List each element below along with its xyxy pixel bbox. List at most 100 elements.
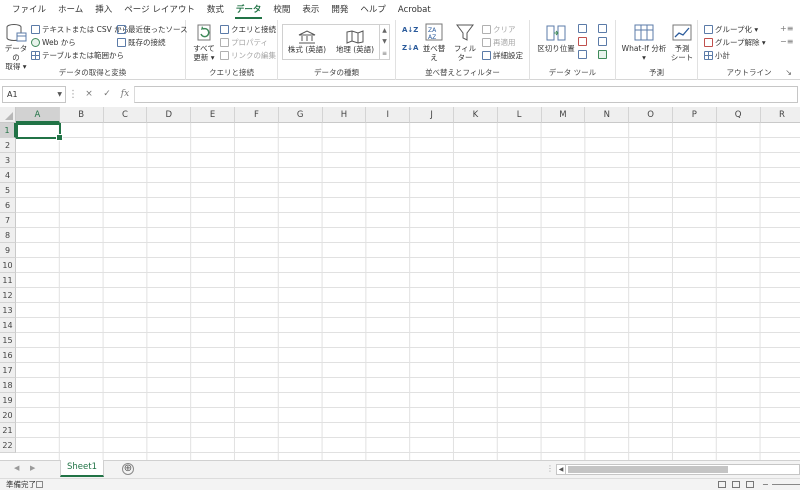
- column-header[interactable]: I: [366, 107, 411, 123]
- row-header[interactable]: 8: [0, 228, 16, 243]
- menu-tab[interactable]: ホーム: [52, 0, 89, 20]
- row-header[interactable]: 9: [0, 243, 16, 258]
- menu-tab[interactable]: データ: [230, 0, 268, 20]
- name-box[interactable]: A1 ▼: [2, 85, 66, 103]
- tab-splitter-icon[interactable]: ⋮: [546, 464, 554, 473]
- column-header[interactable]: C: [103, 107, 148, 123]
- row-header[interactable]: 15: [0, 333, 16, 348]
- column-header[interactable]: J: [410, 107, 454, 123]
- refresh-all-button[interactable]: すべて 更新 ▾: [192, 23, 216, 62]
- stocks-button[interactable]: 株式 (英語): [283, 25, 331, 59]
- row-header[interactable]: 3: [0, 153, 16, 168]
- column-header[interactable]: L: [497, 107, 542, 123]
- dialog-launcher-icon[interactable]: ↘: [785, 68, 792, 77]
- geography-button[interactable]: 地理 (英語): [331, 25, 379, 59]
- show-detail-icon[interactable]: +≡: [780, 24, 793, 33]
- prev-sheet-icon[interactable]: ◀: [14, 464, 19, 472]
- insert-function-icon[interactable]: fx: [116, 89, 134, 99]
- column-header[interactable]: P: [672, 107, 717, 123]
- sheet-tab[interactable]: Sheet1: [60, 460, 104, 477]
- group-button[interactable]: グループ化 ▾: [704, 24, 758, 35]
- macro-record-icon[interactable]: [36, 481, 43, 488]
- edit-links-button[interactable]: リンクの編集: [220, 50, 276, 61]
- add-sheet-icon[interactable]: ⊕: [122, 463, 134, 475]
- existing-connections-button[interactable]: 既存の接続: [117, 37, 166, 48]
- column-header[interactable]: E: [191, 107, 235, 123]
- forecast-sheet-button[interactable]: 予測 シート: [670, 23, 694, 62]
- filter-button[interactable]: フィルター: [452, 23, 478, 62]
- row-header[interactable]: 11: [0, 273, 16, 288]
- menu-tab[interactable]: 数式: [201, 0, 230, 20]
- column-header[interactable]: F: [234, 107, 279, 123]
- enter-icon[interactable]: ✓: [98, 89, 116, 99]
- flash-fill-icon[interactable]: [578, 24, 587, 33]
- properties-button[interactable]: プロパティ: [220, 37, 268, 48]
- menu-tab[interactable]: 開発: [325, 0, 354, 20]
- row-header[interactable]: 16: [0, 348, 16, 363]
- column-header[interactable]: H: [322, 107, 367, 123]
- menu-tab[interactable]: ヘルプ: [354, 0, 392, 20]
- scroll-left-icon[interactable]: ◀: [557, 464, 566, 475]
- chevron-down-icon[interactable]: ▼: [57, 87, 62, 102]
- column-header[interactable]: M: [541, 107, 586, 123]
- sort-asc-button[interactable]: A↓Z: [402, 26, 418, 34]
- row-header[interactable]: 20: [0, 408, 16, 423]
- text-to-columns-button[interactable]: 区切り位置: [536, 23, 576, 53]
- sort-button[interactable]: ZA AZ 並べ替え: [422, 23, 446, 62]
- column-header[interactable]: A: [16, 107, 60, 123]
- column-header[interactable]: O: [629, 107, 673, 123]
- relationships-icon[interactable]: [598, 37, 607, 46]
- column-header[interactable]: N: [585, 107, 630, 123]
- row-header[interactable]: 17: [0, 363, 16, 378]
- column-header[interactable]: K: [453, 107, 498, 123]
- menu-tab[interactable]: 表示: [296, 0, 325, 20]
- row-header[interactable]: 4: [0, 168, 16, 183]
- column-header[interactable]: G: [278, 107, 323, 123]
- cancel-icon[interactable]: ×: [80, 89, 98, 99]
- row-header[interactable]: 13: [0, 303, 16, 318]
- sort-desc-button[interactable]: Z↓A: [402, 44, 418, 52]
- row-header[interactable]: 5: [0, 183, 16, 198]
- cell-area[interactable]: [16, 123, 800, 460]
- consolidate-icon[interactable]: [598, 24, 607, 33]
- formula-input[interactable]: [134, 85, 798, 103]
- menu-tab[interactable]: ページ レイアウト: [118, 0, 201, 20]
- row-header[interactable]: 22: [0, 438, 16, 453]
- row-header[interactable]: 1: [0, 123, 16, 138]
- recent-sources-button[interactable]: 最近使ったソース: [117, 24, 188, 35]
- active-cell[interactable]: [16, 123, 63, 141]
- reapply-button[interactable]: 再適用: [482, 37, 516, 48]
- horizontal-scrollbar[interactable]: ◀: [556, 464, 800, 475]
- column-header[interactable]: R: [760, 107, 800, 123]
- normal-view-icon[interactable]: [718, 481, 726, 488]
- subtotal-button[interactable]: 小計: [704, 50, 730, 61]
- what-if-button[interactable]: What-If 分析 ▾: [620, 23, 668, 62]
- zoom-out-icon[interactable]: −: [762, 479, 769, 490]
- column-header[interactable]: D: [147, 107, 192, 123]
- menu-tab[interactable]: 挿入: [89, 0, 118, 20]
- advanced-filter-button[interactable]: 詳細設定: [482, 50, 523, 61]
- menu-tab[interactable]: ファイル: [6, 0, 52, 20]
- menu-tab[interactable]: 校閲: [267, 0, 296, 20]
- from-text-csv-button[interactable]: テキストまたは CSV から: [31, 24, 129, 35]
- column-header[interactable]: B: [59, 107, 104, 123]
- hide-detail-icon[interactable]: −≡: [780, 37, 793, 46]
- row-header[interactable]: 2: [0, 138, 16, 153]
- zoom-slider[interactable]: [772, 484, 800, 485]
- from-table-range-button[interactable]: テーブルまたは範囲から: [31, 50, 124, 61]
- row-header[interactable]: 7: [0, 213, 16, 228]
- page-layout-view-icon[interactable]: [732, 481, 740, 488]
- scrollbar-thumb[interactable]: [568, 466, 728, 473]
- menu-tab[interactable]: Acrobat: [392, 0, 437, 20]
- row-header[interactable]: 21: [0, 423, 16, 438]
- data-model-icon[interactable]: [598, 50, 607, 59]
- select-all-button[interactable]: [0, 107, 16, 123]
- from-web-button[interactable]: Web から: [31, 37, 76, 48]
- row-header[interactable]: 14: [0, 318, 16, 333]
- page-break-view-icon[interactable]: [746, 481, 754, 488]
- row-header[interactable]: 6: [0, 198, 16, 213]
- row-header[interactable]: 10: [0, 258, 16, 273]
- next-sheet-icon[interactable]: ▶: [30, 464, 35, 472]
- row-header[interactable]: 12: [0, 288, 16, 303]
- data-validation-icon[interactable]: [578, 50, 587, 59]
